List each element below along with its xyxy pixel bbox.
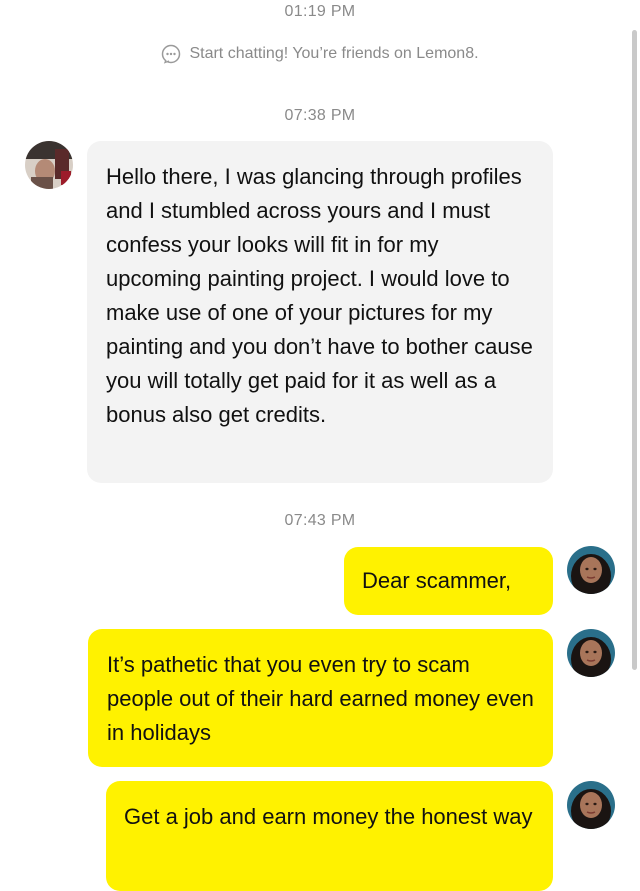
my-avatar[interactable] bbox=[567, 629, 615, 677]
chat-bubble-icon bbox=[161, 44, 181, 64]
message-bubble-outgoing[interactable]: Dear scammer, bbox=[344, 547, 553, 615]
scrollbar[interactable] bbox=[632, 30, 637, 670]
message-bubble-outgoing[interactable]: Get a job and earn money the honest way bbox=[106, 781, 553, 891]
sender-avatar[interactable] bbox=[25, 141, 73, 189]
message-bubble-incoming[interactable]: Hello there, I was glancing through prof… bbox=[87, 141, 553, 483]
message-text: Hello there, I was glancing through prof… bbox=[106, 164, 533, 427]
timestamp: 07:43 PM bbox=[284, 512, 356, 529]
timestamp: 01:19 PM bbox=[284, 3, 356, 20]
message-bubble-outgoing[interactable]: It’s pathetic that you even try to scam … bbox=[88, 629, 553, 767]
system-message: Start chatting! You’re friends on Lemon8… bbox=[0, 44, 640, 64]
my-avatar[interactable] bbox=[567, 546, 615, 594]
message-text: It’s pathetic that you even try to scam … bbox=[107, 652, 534, 745]
timestamp: 07:38 PM bbox=[284, 107, 356, 124]
message-text: Dear scammer, bbox=[362, 568, 512, 593]
message-text: Get a job and earn money the honest way bbox=[124, 804, 533, 829]
system-message-text: Start chatting! You’re friends on Lemon8… bbox=[189, 45, 479, 62]
my-avatar[interactable] bbox=[567, 781, 615, 829]
